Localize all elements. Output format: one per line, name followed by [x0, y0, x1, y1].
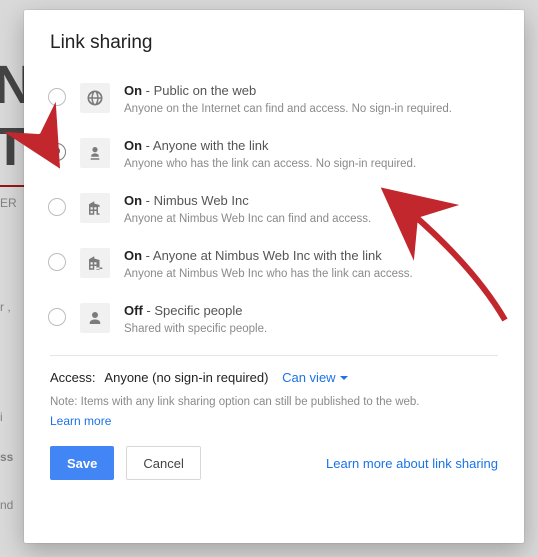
option-org[interactable]: On - Nimbus Web Inc Anyone at Nimbus Web… — [48, 186, 498, 241]
option-specific[interactable]: Off - Specific people Shared with specif… — [48, 296, 498, 351]
option-org-link[interactable]: On - Anyone at Nimbus Web Inc with the l… — [48, 241, 498, 296]
link-sharing-dialog: Link sharing On - Public on the web Anyo… — [24, 10, 524, 543]
access-value: Anyone (no sign-in required) — [104, 370, 268, 385]
option-desc: Anyone at Nimbus Web Inc can find and ac… — [124, 212, 498, 227]
option-desc: Shared with specific people. — [124, 322, 498, 337]
learn-more-link[interactable]: Learn more — [50, 414, 111, 428]
access-row: Access: Anyone (no sign-in required) Can… — [50, 370, 498, 385]
person-link-icon — [80, 138, 110, 168]
radio-public-web[interactable] — [48, 88, 66, 106]
option-public-web[interactable]: On - Public on the web Anyone on the Int… — [48, 76, 498, 131]
option-title: On - Anyone at Nimbus Web Inc with the l… — [124, 247, 498, 265]
learn-more-sharing-link[interactable]: Learn more about link sharing — [326, 456, 498, 471]
radio-anyone-link[interactable] — [48, 143, 66, 161]
access-label: Access: — [50, 370, 96, 385]
sharing-options: On - Public on the web Anyone on the Int… — [48, 76, 498, 351]
option-desc: Anyone on the Internet can find and acce… — [124, 102, 498, 117]
access-dropdown[interactable]: Can view — [282, 370, 347, 385]
save-button[interactable]: Save — [50, 446, 114, 480]
option-title: On - Anyone with the link — [124, 137, 498, 155]
option-desc: Anyone who has the link can access. No s… — [124, 157, 498, 172]
dialog-footer: Save Cancel Learn more about link sharin… — [50, 446, 498, 480]
option-title: Off - Specific people — [124, 302, 498, 320]
radio-specific[interactable] — [48, 308, 66, 326]
option-desc: Anyone at Nimbus Web Inc who has the lin… — [124, 267, 498, 282]
person-icon — [80, 303, 110, 333]
building-link-icon — [80, 248, 110, 278]
option-anyone-link[interactable]: On - Anyone with the link Anyone who has… — [48, 131, 498, 186]
radio-org-link[interactable] — [48, 253, 66, 271]
dialog-title: Link sharing — [50, 32, 498, 54]
option-title: On - Public on the web — [124, 82, 498, 100]
divider — [50, 355, 498, 356]
building-icon — [80, 193, 110, 223]
globe-icon — [80, 83, 110, 113]
option-title: On - Nimbus Web Inc — [124, 192, 498, 210]
publish-note: Note: Items with any link sharing option… — [50, 395, 498, 410]
chevron-down-icon — [340, 376, 348, 384]
radio-org[interactable] — [48, 198, 66, 216]
cancel-button[interactable]: Cancel — [126, 446, 200, 480]
